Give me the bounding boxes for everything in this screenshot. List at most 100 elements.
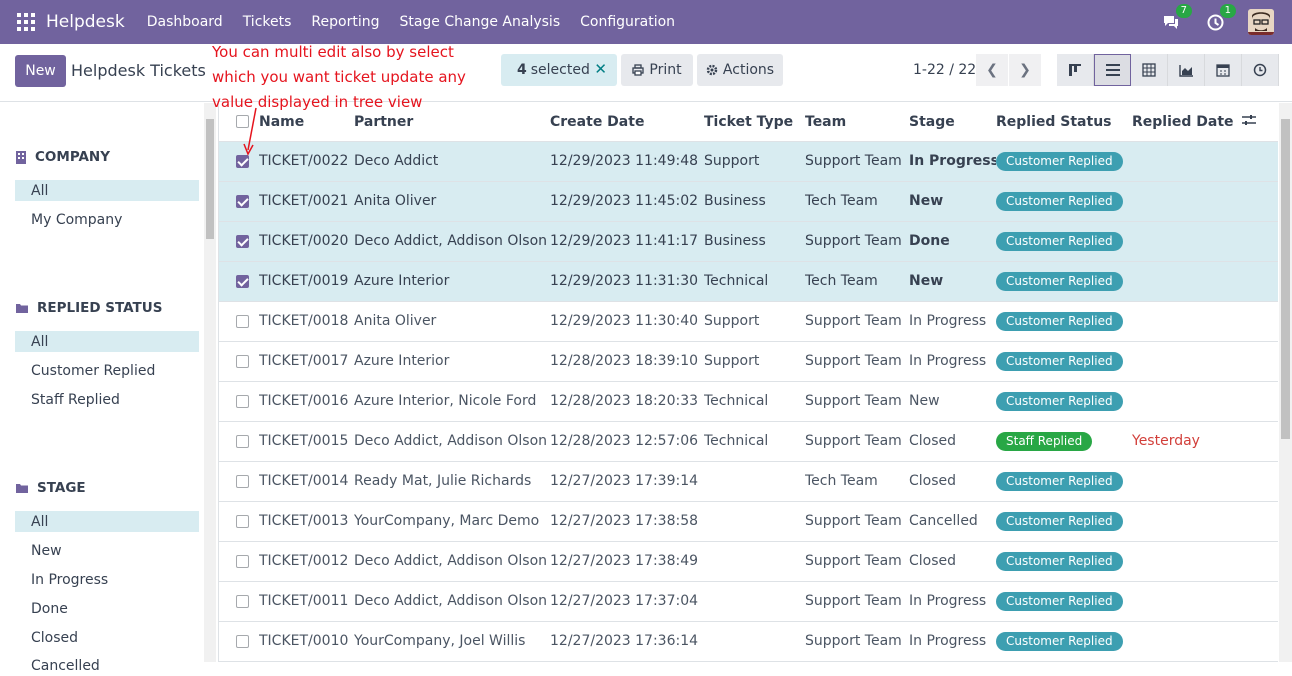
table-row[interactable]: TICKET/0016 Azure Interior, Nicole Ford 12… xyxy=(219,381,1278,422)
messages-count-badge: 7 xyxy=(1175,4,1192,18)
table-row[interactable]: TICKET/0022 Deco Addict 12/29/2023 11:49:4… xyxy=(219,141,1278,182)
cell-name: TICKET/0021 xyxy=(259,181,354,222)
cell-create-date: 12/29/2023 11:45:02 xyxy=(550,181,704,222)
row-checkbox[interactable] xyxy=(236,594,249,608)
row-checkbox[interactable] xyxy=(236,394,249,408)
row-checkbox[interactable] xyxy=(236,554,249,568)
filter-stage-closed[interactable]: Closed xyxy=(15,627,199,648)
table-row[interactable]: TICKET/0018 Anita Oliver 12/29/2023 11:30:… xyxy=(219,301,1278,342)
cell-ticket-type xyxy=(704,501,805,542)
row-checkbox[interactable] xyxy=(236,234,249,248)
tickets-list: Name Partner Create Date Ticket Type Tea… xyxy=(218,103,1278,662)
cell-stage: Done xyxy=(909,221,996,262)
table-row[interactable]: TICKET/0017 Azure Interior 12/28/2023 18:3… xyxy=(219,341,1278,382)
pager-value[interactable]: 1-22 / 22 xyxy=(913,62,976,78)
cell-replied-date xyxy=(1132,581,1242,622)
status-badge: Customer Replied xyxy=(996,271,1123,291)
cell-stage: New xyxy=(909,381,996,422)
print-button[interactable]: Print xyxy=(621,54,693,86)
filter-customer-replied[interactable]: Customer Replied xyxy=(15,360,199,381)
menu-reporting[interactable]: Reporting xyxy=(311,14,379,30)
row-checkbox[interactable] xyxy=(236,434,249,448)
row-checkbox[interactable] xyxy=(236,194,249,208)
calendar-view-button[interactable] xyxy=(1205,54,1242,86)
unselect-all-icon[interactable]: ✕ xyxy=(594,60,607,78)
user-avatar[interactable] xyxy=(1248,9,1274,35)
column-team[interactable]: Team xyxy=(805,103,909,142)
graph-view-button[interactable] xyxy=(1168,54,1205,86)
table-row[interactable]: TICKET/0014 Ready Mat, Julie Richards 12/2… xyxy=(219,461,1278,502)
table-scrollbar[interactable] xyxy=(1279,103,1292,662)
menu-dashboard[interactable]: Dashboard xyxy=(147,14,223,30)
column-stage[interactable]: Stage xyxy=(909,103,996,142)
column-replied-status[interactable]: Replied Status xyxy=(996,103,1132,142)
filter-stage-done[interactable]: Done xyxy=(15,598,199,619)
cell-name: TICKET/0010 xyxy=(259,621,354,662)
app-brand[interactable]: Helpdesk xyxy=(46,12,125,32)
table-row[interactable]: TICKET/0015 Deco Addict, Addison Olson 12/… xyxy=(219,421,1278,462)
chevron-left-icon: ❮ xyxy=(986,62,998,78)
filter-company-my-company[interactable]: My Company xyxy=(15,209,199,230)
row-checkbox[interactable] xyxy=(236,354,249,368)
filter-stage-cancelled[interactable]: Cancelled xyxy=(15,655,199,676)
messages-icon[interactable]: 7 xyxy=(1160,4,1192,33)
cell-partner: Azure Interior, Nicole Ford xyxy=(354,381,550,422)
table-row[interactable]: TICKET/0010 YourCompany, Joel Willis 12/27… xyxy=(219,621,1278,662)
row-checkbox[interactable] xyxy=(236,154,249,168)
menu-tickets[interactable]: Tickets xyxy=(243,14,292,30)
actions-button[interactable]: Actions xyxy=(697,54,783,86)
row-checkbox[interactable] xyxy=(236,634,249,648)
row-checkbox[interactable] xyxy=(236,474,249,488)
menu-configuration[interactable]: Configuration xyxy=(580,14,675,30)
cell-team: Tech Team xyxy=(805,181,909,222)
pager-next-button[interactable]: ❯ xyxy=(1009,54,1041,86)
view-switcher xyxy=(1057,54,1279,86)
cell-create-date: 12/27/2023 17:39:14 xyxy=(550,461,704,502)
cell-team: Support Team xyxy=(805,541,909,582)
activity-view-button[interactable] xyxy=(1242,54,1279,86)
annotation-arrow-icon xyxy=(243,107,257,156)
table-row[interactable]: TICKET/0020 Deco Addict, Addison Olson 12/… xyxy=(219,221,1278,262)
row-checkbox[interactable] xyxy=(236,514,249,528)
menu-stage-change-analysis[interactable]: Stage Change Analysis xyxy=(399,14,560,30)
row-checkbox[interactable] xyxy=(236,274,249,288)
cell-create-date: 12/27/2023 17:36:14 xyxy=(550,621,704,662)
column-replied-date[interactable]: Replied Date xyxy=(1132,103,1242,142)
cell-stage: In Progress xyxy=(909,581,996,622)
cell-stage: In Progress xyxy=(909,301,996,342)
table-row[interactable]: TICKET/0019 Azure Interior 12/29/2023 11:3… xyxy=(219,261,1278,302)
filter-stage-all[interactable]: All xyxy=(15,511,199,532)
kanban-view-button[interactable] xyxy=(1057,54,1094,86)
cell-name: TICKET/0019 xyxy=(259,261,354,302)
sidebar-scrollbar[interactable] xyxy=(204,103,216,662)
cell-replied-status: Customer Replied xyxy=(996,381,1132,422)
new-button[interactable]: New xyxy=(15,55,66,87)
table-row[interactable]: TICKET/0011 Deco Addict, Addison Olson 12/… xyxy=(219,581,1278,622)
sidebar-scroll-thumb[interactable] xyxy=(206,119,214,239)
table-row[interactable]: TICKET/0012 Deco Addict, Addison Olson 12/… xyxy=(219,541,1278,582)
activities-clock-icon[interactable]: 1 xyxy=(1204,4,1236,33)
filter-stage-in-progress[interactable]: In Progress xyxy=(15,569,199,590)
column-create-date[interactable]: Create Date xyxy=(550,103,704,142)
filter-replied-all[interactable]: All xyxy=(15,331,199,352)
cell-name: TICKET/0017 xyxy=(259,341,354,382)
row-checkbox[interactable] xyxy=(236,314,249,328)
filter-stage-new[interactable]: New xyxy=(15,540,199,561)
column-ticket-type[interactable]: Ticket Type xyxy=(704,103,805,142)
filter-staff-replied[interactable]: Staff Replied xyxy=(15,389,199,410)
table-row[interactable]: TICKET/0013 YourCompany, Marc Demo 12/27/2… xyxy=(219,501,1278,542)
status-badge: Customer Replied xyxy=(996,391,1123,411)
list-view-button[interactable] xyxy=(1094,54,1131,86)
table-scroll-thumb[interactable] xyxy=(1281,119,1290,439)
optional-columns-toggle[interactable] xyxy=(1242,103,1278,142)
table-row[interactable]: TICKET/0021 Anita Oliver 12/29/2023 11:45:… xyxy=(219,181,1278,222)
pivot-view-button[interactable] xyxy=(1131,54,1168,86)
cell-partner: Anita Oliver xyxy=(354,301,550,342)
cell-team: Tech Team xyxy=(805,461,909,502)
apps-menu-icon[interactable] xyxy=(17,13,35,31)
filter-company-all[interactable]: All xyxy=(15,180,199,201)
pager-previous-button[interactable]: ❮ xyxy=(976,54,1008,86)
calendar-icon xyxy=(1216,64,1230,77)
cell-replied-date xyxy=(1132,301,1242,342)
cell-replied-status: Customer Replied xyxy=(996,141,1132,182)
